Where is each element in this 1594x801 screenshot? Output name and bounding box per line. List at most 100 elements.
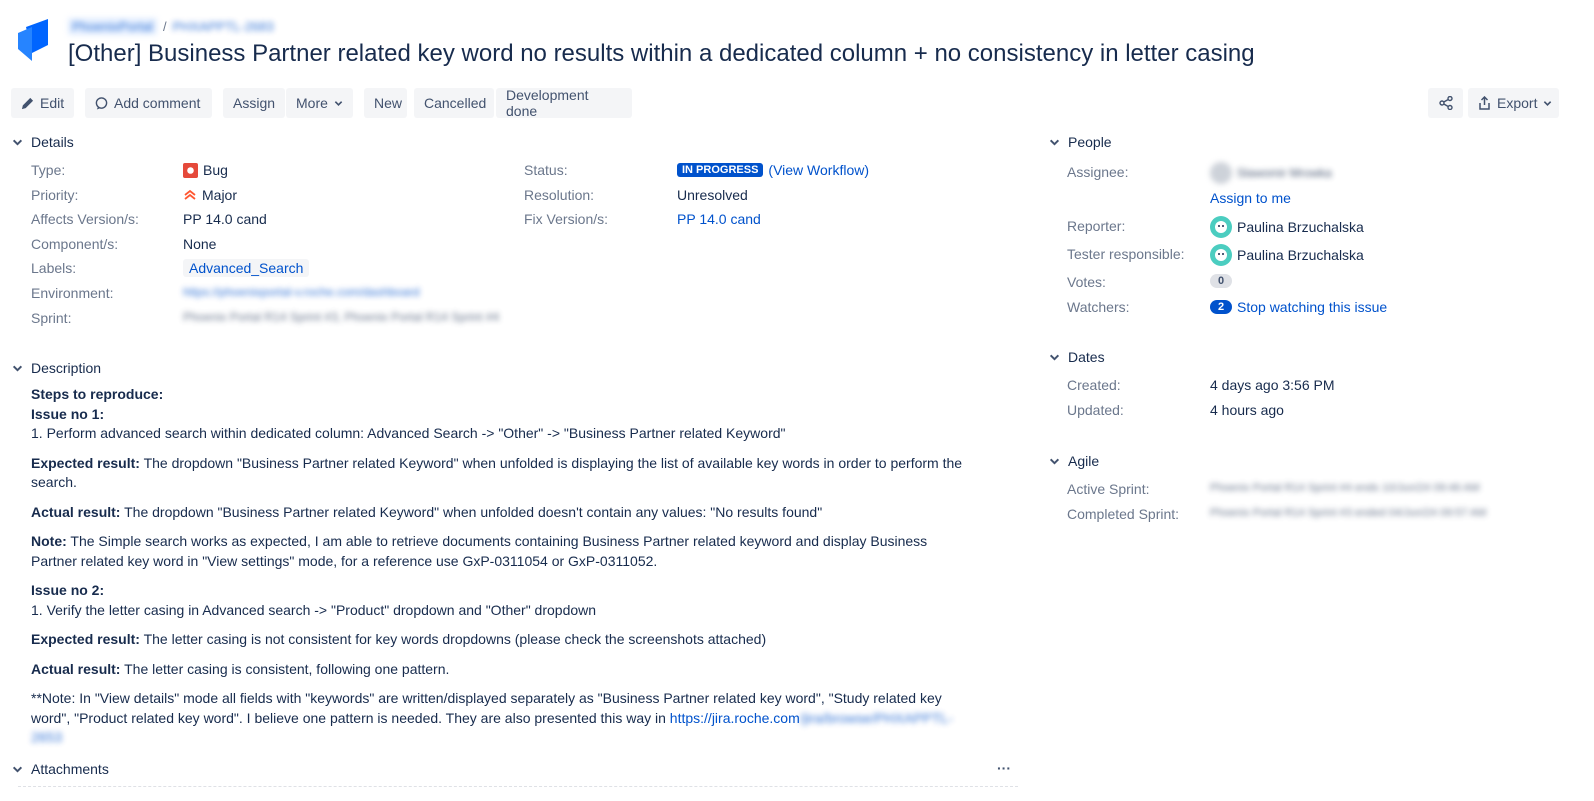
share-button[interactable] <box>1428 88 1463 118</box>
watchers-badge[interactable]: 2 <box>1210 300 1232 314</box>
resolution-label: Resolution: <box>524 187 595 203</box>
stop-watching-link[interactable]: Stop watching this issue <box>1237 299 1387 315</box>
tester-value[interactable]: Paulina Brzuchalska <box>1210 244 1364 266</box>
user-avatar-icon <box>1215 249 1227 261</box>
breadcrumb-issue-key[interactable]: PHXAPPTL-2683 <box>173 19 274 34</box>
chevron-down-icon <box>1544 100 1552 106</box>
add-comment-button[interactable]: Add comment <box>85 88 212 118</box>
jira-project-logo[interactable] <box>18 19 52 61</box>
cancelled-label: Cancelled <box>424 95 487 111</box>
issue-toolbar: Edit Add comment Assign More New Cancell… <box>11 87 1594 119</box>
chevron-down-icon <box>1049 458 1060 465</box>
updated-label: Updated: <box>1067 402 1124 418</box>
people-heading: People <box>1068 134 1112 150</box>
issue-title[interactable]: [Other] Business Partner related key wor… <box>68 40 1255 68</box>
labels-label: Labels: <box>31 260 77 276</box>
expected2-label: Expected result: <box>31 631 140 647</box>
active-sprint-label: Active Sprint: <box>1067 481 1150 497</box>
more-button[interactable]: More <box>286 88 353 118</box>
fix-version-link[interactable]: PP 14.0 cand <box>677 211 761 227</box>
updated-value: 4 hours ago <box>1210 402 1284 418</box>
assignee-label: Assignee: <box>1067 164 1129 180</box>
note-text: The Simple search works as expected, I a… <box>31 533 928 569</box>
sprint-value: Phoenix Portal R14 Sprint #3, Phoenix Po… <box>183 310 500 324</box>
actual2-label: Actual result: <box>31 660 121 677</box>
component-label: Component/s: <box>31 236 119 252</box>
transition-cancelled-button[interactable]: Cancelled <box>414 88 494 118</box>
attachments-section-toggle[interactable]: Attachments <box>12 761 109 777</box>
environment-link[interactable]: https://phoenixportal-v.roche.com/dashbo… <box>183 285 420 299</box>
actual-label: Actual result: <box>31 503 121 520</box>
export-button[interactable]: Export <box>1468 88 1559 118</box>
reporter-value[interactable]: Paulina Brzuchalska <box>1210 216 1364 238</box>
attachments-divider <box>18 786 1018 787</box>
steps-heading: Steps to reproduce: <box>31 386 164 402</box>
created-value: 4 days ago 3:56 PM <box>1210 377 1335 393</box>
view-workflow-link[interactable]: (View Workflow) <box>768 162 869 178</box>
resolution-value: Unresolved <box>677 187 748 203</box>
user-avatar-icon <box>1215 221 1227 233</box>
attachments-more-button[interactable]: ··· <box>997 760 1011 776</box>
breadcrumb-project[interactable]: PhoenixPortal <box>68 18 157 35</box>
chevron-down-icon <box>12 365 23 372</box>
type-value: Bug <box>183 162 228 178</box>
issue1-heading: Issue no 1: <box>31 405 105 422</box>
more-label: More <box>296 95 328 111</box>
created-label: Created: <box>1067 377 1121 393</box>
comment-icon <box>95 96 108 110</box>
avatar <box>1210 244 1232 266</box>
label-tag[interactable]: Advanced_Search <box>183 259 310 277</box>
agile-section-toggle[interactable]: Agile <box>1049 453 1099 469</box>
assign-label: Assign <box>233 95 276 111</box>
export-label: Export <box>1497 95 1538 111</box>
type-text: Bug <box>203 162 228 178</box>
votes-label: Votes: <box>1067 274 1106 290</box>
watchers-value: 2 Stop watching this issue <box>1210 299 1387 315</box>
edit-label: Edit <box>40 95 65 111</box>
votes-value[interactable]: 0 <box>1210 274 1232 288</box>
priority-major-icon <box>184 189 196 200</box>
assign-to-me-link[interactable]: Assign to me <box>1210 190 1291 206</box>
transition-new-button[interactable]: New <box>364 88 407 118</box>
expected1-text: The dropdown "Business Partner related K… <box>31 454 963 491</box>
description-section-toggle[interactable]: Description <box>12 360 101 376</box>
details-section-toggle[interactable]: Details <box>12 134 74 150</box>
status-value: IN PROGRESS (View Workflow) <box>677 162 869 178</box>
chevron-down-icon <box>12 139 23 146</box>
labels-value: Advanced_Search <box>183 259 310 277</box>
sprint-label: Sprint: <box>31 310 72 326</box>
active-sprint-value[interactable]: Phoenix Portal R14 Sprint #4 ends 10/Jun… <box>1210 482 1480 494</box>
development-done-label: Development done <box>506 87 589 119</box>
transition-development-done-button[interactable]: Development done <box>496 87 632 119</box>
status-lozenge: IN PROGRESS <box>677 163 764 177</box>
attachments-heading: Attachments <box>31 761 109 777</box>
watchers-label: Watchers: <box>1067 299 1130 315</box>
note-label: Note: <box>31 533 67 549</box>
bug-icon <box>183 162 198 178</box>
assignee-value[interactable]: Slawomir Mrowka <box>1210 162 1332 184</box>
votes-badge: 0 <box>1210 274 1232 288</box>
tester-name: Paulina Brzuchalska <box>1237 247 1364 263</box>
fix-version-label: Fix Version/s: <box>524 211 609 227</box>
priority-text: Major <box>202 187 238 203</box>
expected2-text: The letter casing is not consistent for … <box>139 631 767 647</box>
type-label: Type: <box>31 162 66 178</box>
dates-section-toggle[interactable]: Dates <box>1049 349 1105 365</box>
assign-button[interactable]: Assign <box>223 88 285 118</box>
edit-button[interactable]: Edit <box>11 88 74 118</box>
chevron-down-icon <box>12 766 23 773</box>
agile-heading: Agile <box>1068 453 1100 469</box>
new-label: New <box>374 95 403 111</box>
issue2-heading: Issue no 2: <box>31 582 105 598</box>
people-section-toggle[interactable]: People <box>1049 134 1112 150</box>
affects-version-value: PP 14.0 cand <box>183 211 267 227</box>
completed-sprint-value[interactable]: Phoenix Portal R14 Sprint #3 ended 04/Ju… <box>1210 507 1486 519</box>
issue2-step: 1. Verify the letter casing in Advanced … <box>31 601 597 618</box>
description-body: Steps to reproduce: Issue no 1: 1. Perfo… <box>31 385 971 758</box>
priority-value: Major <box>183 187 237 203</box>
expected-label: Expected result: <box>31 454 140 471</box>
affects-version-label: Affects Version/s: <box>31 211 139 227</box>
issue-key-text: PHXAPPTL-2683 <box>172 19 274 34</box>
avatar <box>1210 162 1232 184</box>
chevron-down-icon <box>334 100 343 106</box>
